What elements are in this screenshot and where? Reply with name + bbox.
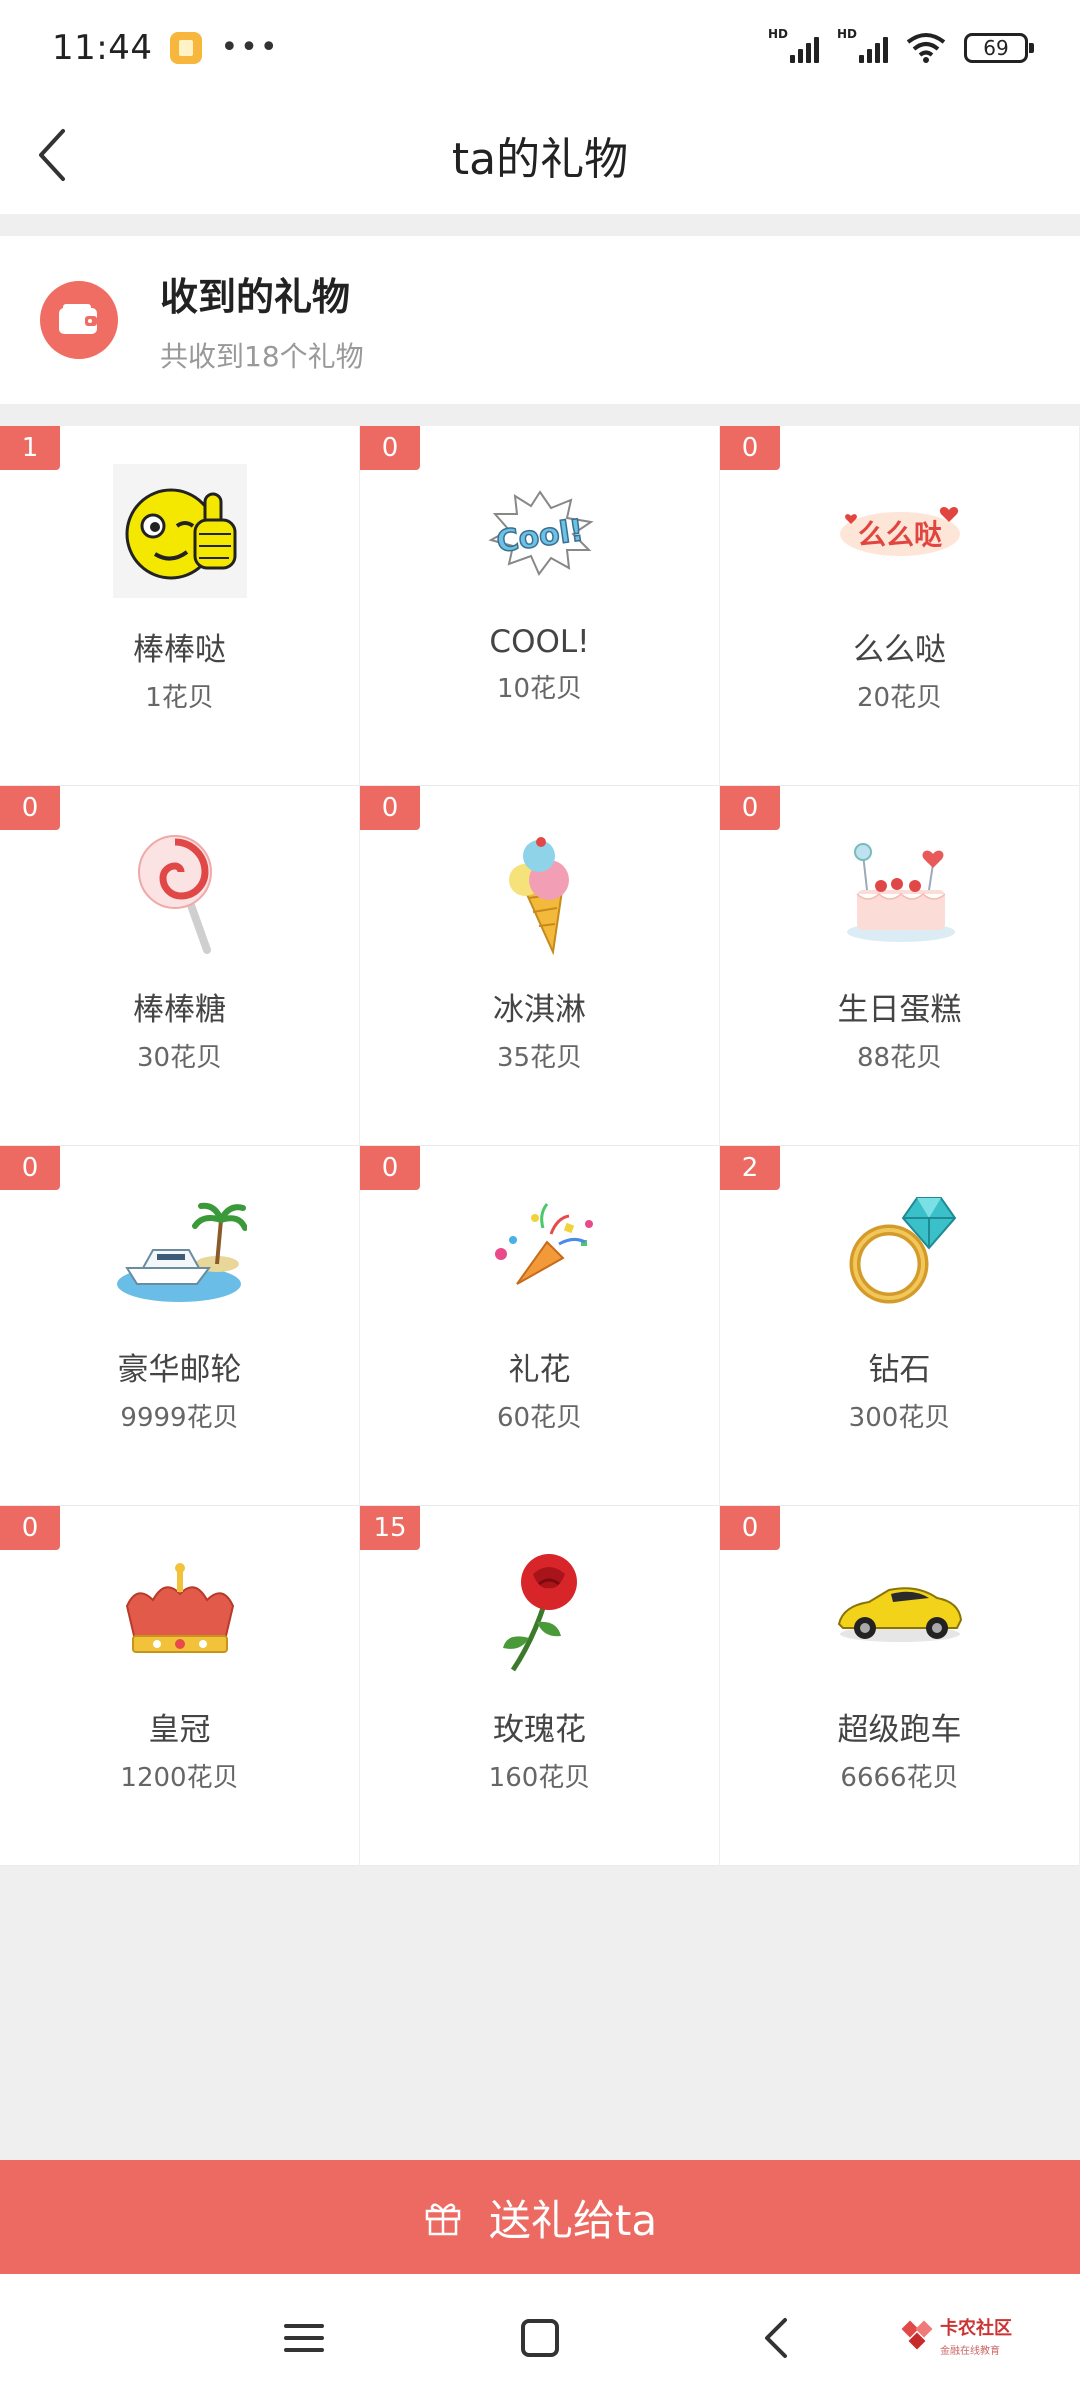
system-nav-bar: 卡农社区 金融在线教育	[0, 2274, 1080, 2400]
ice-cream-icon	[473, 824, 607, 958]
party-popper-icon	[473, 1184, 607, 1318]
gift-item[interactable]: 0 皇冠 1200花贝	[0, 1506, 359, 1866]
gift-price: 35花贝	[496, 1043, 583, 1073]
gift-price: 1200花贝	[120, 1763, 239, 1793]
battery-icon: 69	[964, 33, 1034, 63]
gift-price: 88花贝	[856, 1043, 943, 1073]
sports-car-icon	[833, 1544, 967, 1678]
gift-item[interactable]: 0 豪华邮轮 9999花贝	[0, 1146, 359, 1506]
gift-item[interactable]: 1 棒棒哒 1花贝	[0, 426, 359, 786]
received-gifts-summary: 收到的礼物 共收到18个礼物	[0, 236, 1080, 404]
gift-price: 10花贝	[496, 674, 583, 704]
gift-count-badge: 0	[720, 426, 780, 470]
gift-name: 冰淇淋	[493, 992, 586, 1028]
page-title: ta的礼物	[451, 134, 629, 185]
gift-price: 300花贝	[848, 1403, 951, 1433]
menu-nav-button[interactable]	[272, 2306, 336, 2370]
summary-title: 收到的礼物	[160, 274, 351, 319]
gift-price: 1花贝	[145, 683, 214, 713]
home-nav-button[interactable]	[508, 2306, 572, 2370]
kiss-text-icon: 么么哒	[833, 464, 967, 598]
gift-box-icon	[425, 2203, 461, 2236]
gift-count-badge: 1	[0, 426, 60, 470]
gift-item[interactable]: 0 生日蛋糕 88花贝	[720, 786, 1079, 1146]
gift-count-badge: 0	[360, 426, 420, 470]
rose-icon	[473, 1544, 607, 1678]
send-gift-button[interactable]: 送礼给ta	[0, 2160, 1080, 2274]
gift-price: 60花贝	[496, 1403, 583, 1433]
back-nav-button[interactable]	[744, 2306, 808, 2370]
gift-count-badge: 0	[0, 786, 60, 830]
gift-name: 钻石	[868, 1352, 931, 1388]
gift-name: 棒棒糖	[133, 992, 226, 1028]
more-notifications-icon: •••	[220, 30, 280, 65]
watermark-logo: 卡农社区 金融在线教育	[900, 2314, 1012, 2357]
watermark-logo-icon	[901, 2320, 933, 2349]
gift-item[interactable]: 0 礼花 60花贝	[360, 1146, 719, 1506]
gift-name: 么么哒	[853, 632, 946, 668]
signal-icon: HD	[768, 27, 819, 63]
gift-price: 20花贝	[856, 683, 943, 713]
diamond-ring-icon	[833, 1184, 967, 1318]
gift-name: 超级跑车	[837, 1712, 962, 1748]
gift-item[interactable]: 0 么么哒 么么哒 20花贝	[720, 426, 1079, 786]
gift-count-badge: 15	[360, 1506, 420, 1550]
wifi-icon	[906, 33, 946, 63]
gift-name: 玫瑰花	[493, 1712, 586, 1748]
gift-name: 礼花	[508, 1352, 571, 1388]
gift-item[interactable]: 15 玫瑰花 160花贝	[360, 1506, 719, 1866]
gift-count-badge: 0	[0, 1146, 60, 1190]
gift-name: 棒棒哒	[133, 632, 226, 668]
chevron-left-icon	[39, 129, 65, 181]
watermark-subtitle: 金融在线教育	[940, 2346, 1000, 2357]
birthday-cake-icon	[833, 824, 967, 958]
signal-icon-2: HD	[837, 27, 888, 63]
yacht-icon	[113, 1184, 247, 1318]
wallet-icon	[40, 281, 118, 359]
send-gift-label: 送礼给ta	[488, 2195, 658, 2245]
gift-name: COOL!	[489, 624, 590, 660]
gift-item[interactable]: 0 超级跑车 6666花贝	[720, 1506, 1079, 1866]
lollipop-icon	[113, 824, 247, 958]
back-arrow-icon	[765, 2318, 787, 2358]
cool-text-burst-icon: Cool!	[473, 464, 607, 598]
status-time: 11:44	[52, 28, 153, 68]
home-square-icon	[521, 2319, 559, 2357]
gift-price: 160花贝	[488, 1763, 591, 1793]
menu-icon	[284, 2324, 324, 2352]
gift-grid: 1 棒棒哒 1花贝 0 Cool! COOL! 10花贝 0 么么哒 么么哒 2…	[0, 426, 1080, 1866]
crown-icon	[113, 1544, 247, 1678]
gift-count-badge: 0	[360, 1146, 420, 1190]
gift-name: 生日蛋糕	[837, 992, 962, 1028]
gift-price: 9999花贝	[120, 1403, 239, 1433]
watermark-title: 卡农社区	[940, 2318, 1012, 2339]
signal-hd-label: HD	[768, 27, 789, 41]
thumbs-up-smiley-icon	[112, 464, 247, 598]
gift-item[interactable]: 0 冰淇淋 35花贝	[360, 786, 719, 1146]
gift-price: 30花贝	[136, 1043, 223, 1073]
back-button[interactable]	[18, 120, 88, 190]
gift-count-badge: 0	[720, 1506, 780, 1550]
gift-count-badge: 0	[720, 786, 780, 830]
gift-name: 豪华邮轮	[117, 1352, 242, 1388]
status-bar: 11:44 ••• HD HD 69	[0, 0, 1080, 96]
gift-count-badge: 2	[720, 1146, 780, 1190]
gift-item[interactable]: 0 Cool! COOL! 10花贝	[360, 426, 719, 786]
notes-app-icon	[170, 32, 203, 64]
gift-name: 皇冠	[148, 1712, 211, 1748]
gift-count-badge: 0	[360, 786, 420, 830]
summary-subtitle: 共收到18个礼物	[160, 339, 364, 373]
signal-hd-label-2: HD	[837, 27, 858, 41]
gift-item[interactable]: 2 钻石 300花贝	[720, 1146, 1079, 1506]
gift-item[interactable]: 0 棒棒糖 30花贝	[0, 786, 359, 1146]
status-indicators: HD HD 69	[768, 27, 1034, 64]
page-header: ta的礼物	[0, 96, 1080, 214]
gift-count-badge: 0	[0, 1506, 60, 1550]
svg-text:么么哒: 么么哒	[857, 518, 941, 551]
gift-price: 6666花贝	[840, 1763, 959, 1793]
